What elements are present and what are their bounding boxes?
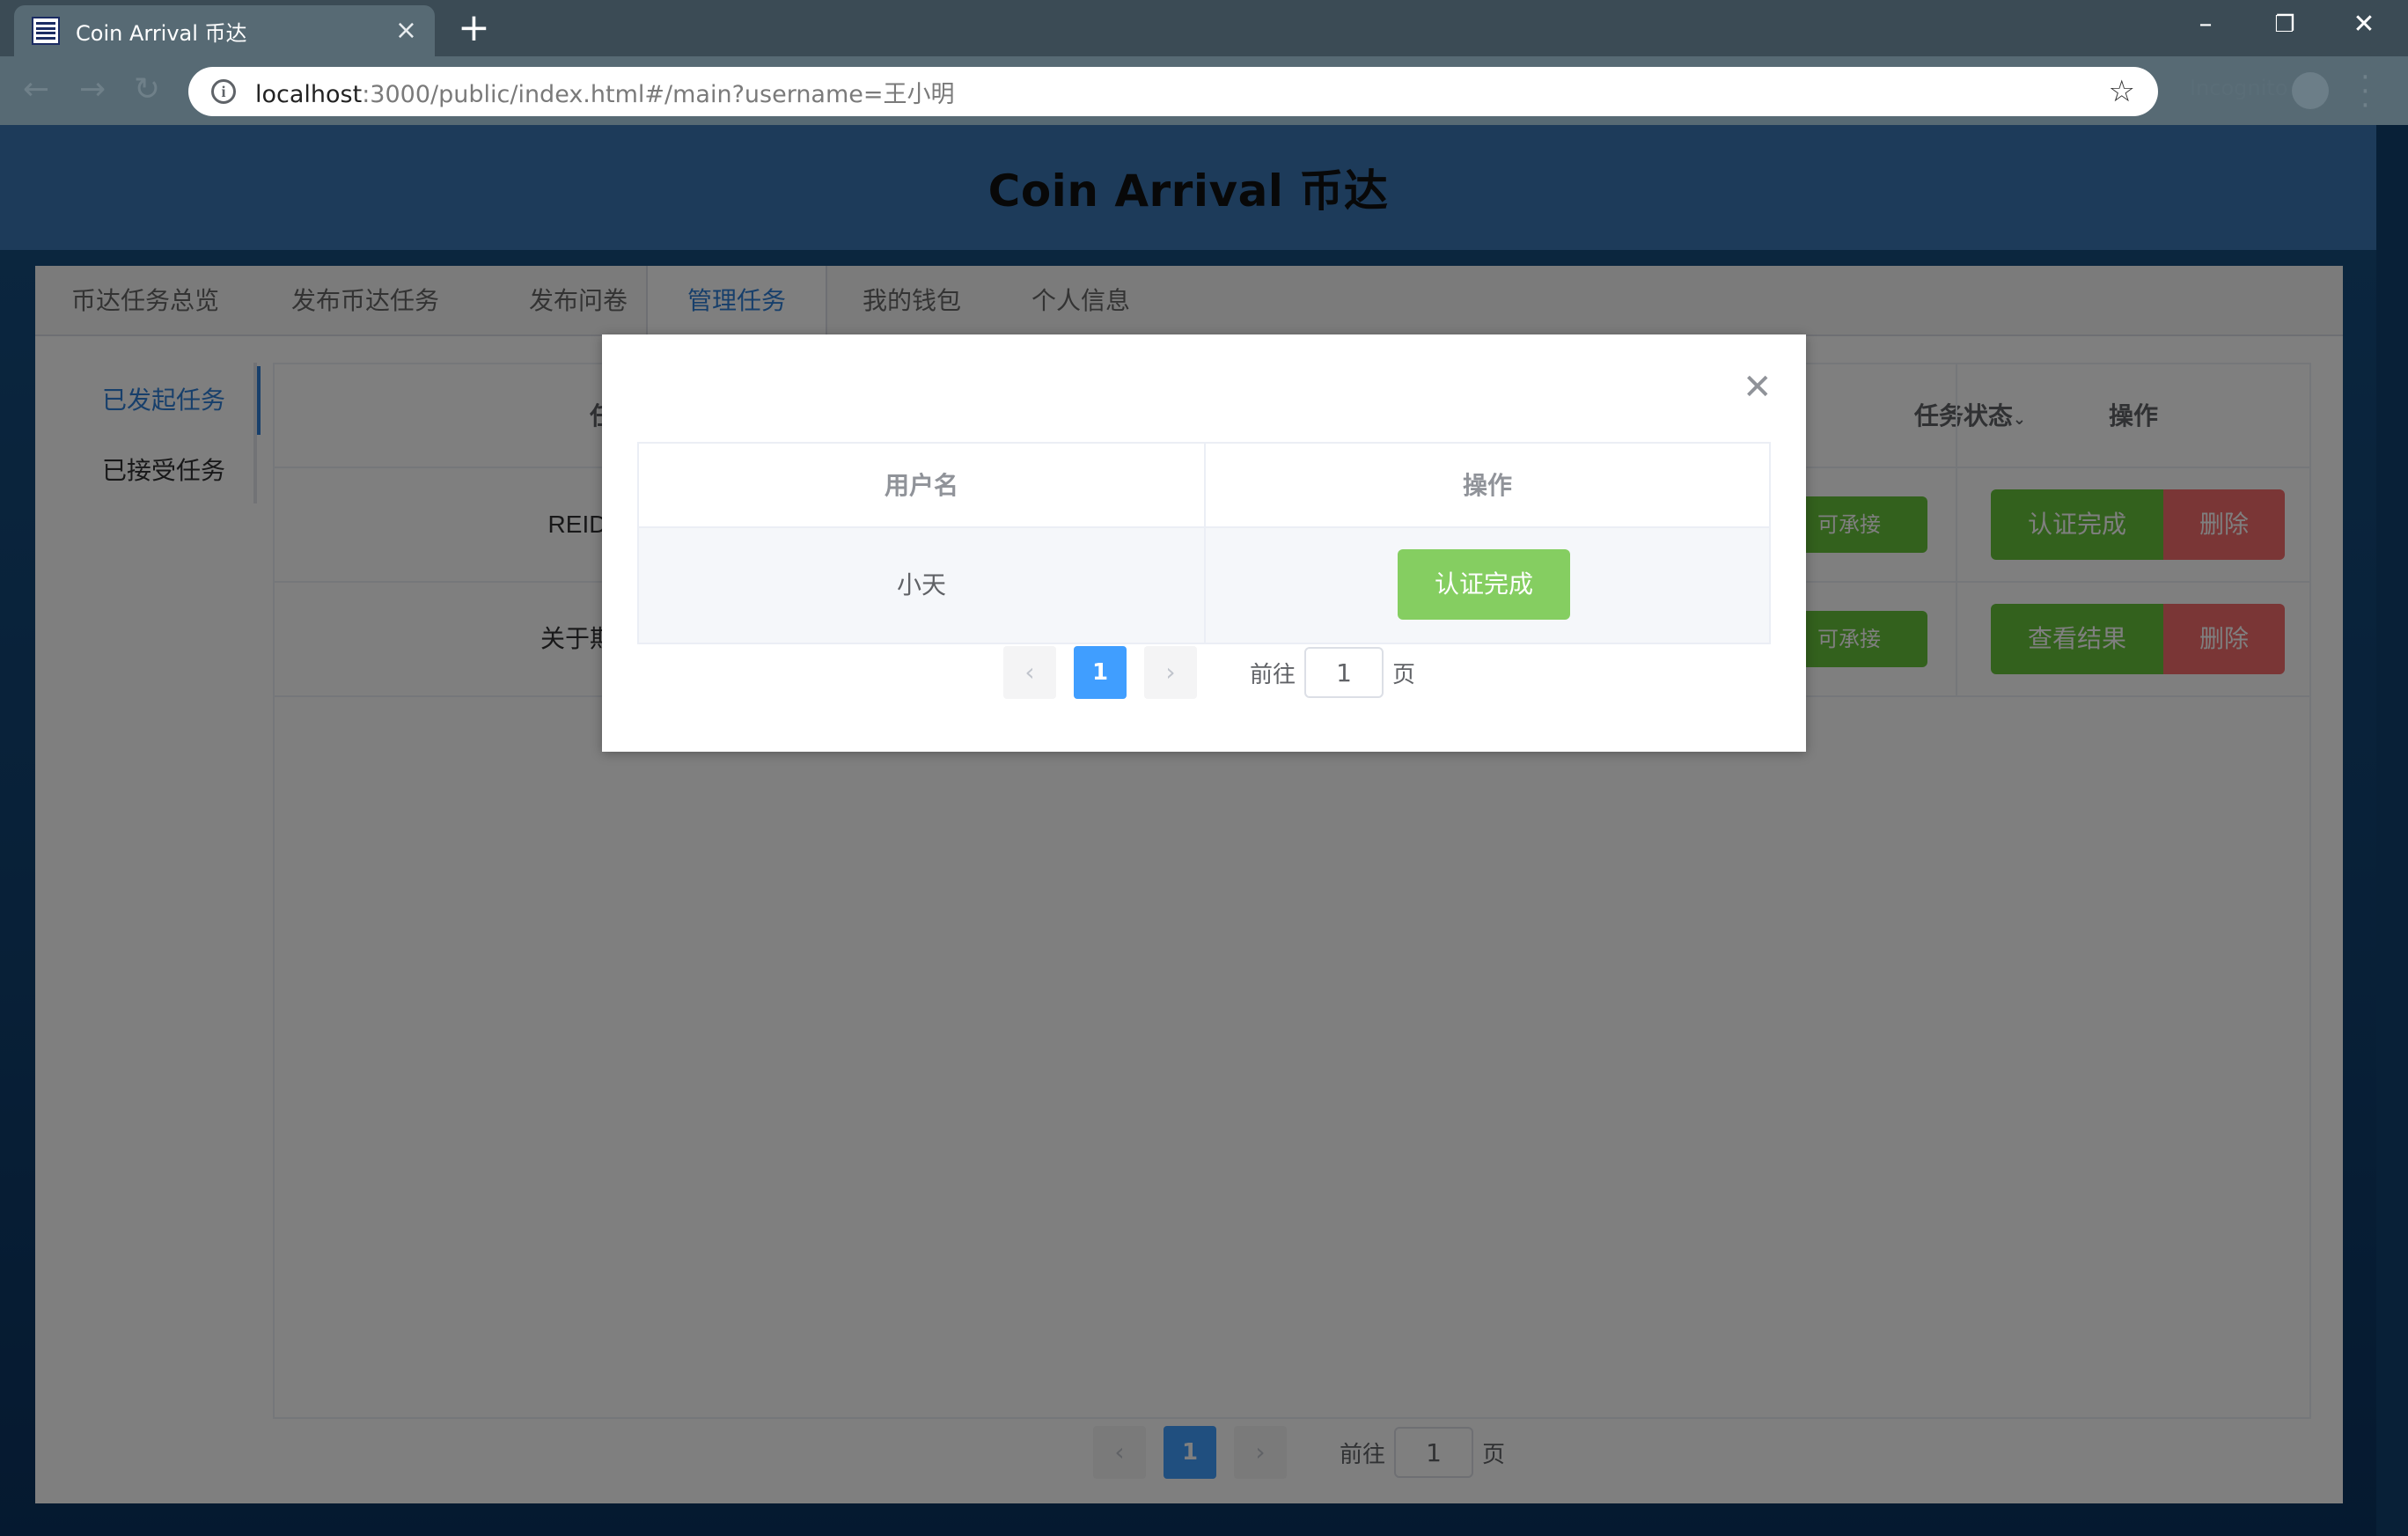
- close-icon[interactable]: ✕: [1743, 370, 1773, 405]
- next-page-icon[interactable]: ›: [1144, 646, 1197, 699]
- certify-complete-button[interactable]: 认证完成: [1398, 549, 1570, 620]
- minimize-button[interactable]: –: [2170, 5, 2241, 44]
- browser-tabstrip: Coin Arrival 币达 × + – ❐ ✕: [0, 0, 2408, 56]
- applicants-dialog: ✕ 用户名 操作 小天 认证完成 ‹ 1 › 前往 页: [602, 334, 1806, 752]
- column-header-action: 操作: [1206, 444, 1769, 528]
- new-tab-button[interactable]: +: [458, 9, 490, 48]
- column-header-username: 用户名: [639, 444, 1204, 528]
- dialog-pagination: ‹ 1 › 前往 页: [1003, 646, 1415, 699]
- url-host: localhost: [255, 80, 363, 108]
- tab-title: Coin Arrival 币达: [76, 20, 247, 46]
- page-number-1[interactable]: 1: [1074, 646, 1127, 699]
- incognito-avatar-icon[interactable]: [2292, 72, 2329, 109]
- restore-button[interactable]: ❐: [2250, 5, 2320, 44]
- goto-label: 前往: [1250, 661, 1296, 688]
- forward-arrow-icon[interactable]: →: [79, 72, 106, 107]
- browser-tab[interactable]: Coin Arrival 币达 ×: [14, 5, 435, 56]
- bookmark-star-icon[interactable]: ☆: [2109, 74, 2135, 109]
- goto-page-input[interactable]: [1304, 647, 1384, 698]
- close-window-button[interactable]: ✕: [2329, 5, 2399, 44]
- info-icon[interactable]: i: [211, 79, 236, 104]
- username-cell: 小天: [896, 570, 946, 599]
- browser-toolbar: ← → ↻ i localhost:3000/public/index.html…: [0, 56, 2408, 125]
- url-path: :3000/public/index.html#/main?username=王…: [362, 80, 955, 108]
- incognito-label: Incognito: [2190, 76, 2288, 100]
- site-favicon-icon: [32, 17, 60, 45]
- address-bar[interactable]: i localhost:3000/public/index.html#/main…: [188, 67, 2158, 116]
- page-unit-label: 页: [1392, 661, 1416, 688]
- url-text[interactable]: localhost:3000/public/index.html#/main?u…: [255, 75, 2109, 109]
- prev-page-icon[interactable]: ‹: [1003, 646, 1056, 699]
- applicants-table: 用户名 操作 小天 认证完成: [637, 442, 1771, 644]
- back-arrow-icon[interactable]: ←: [23, 72, 49, 107]
- tab-close-icon[interactable]: ×: [395, 18, 417, 44]
- column-divider: [1204, 444, 1206, 643]
- browser-menu-icon[interactable]: · · ·: [2360, 62, 2370, 121]
- reload-icon[interactable]: ↻: [134, 72, 160, 107]
